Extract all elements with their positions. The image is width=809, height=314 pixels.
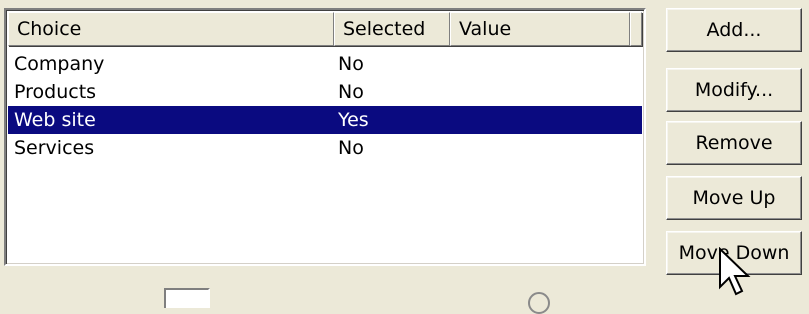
arrow-pointer-icon [719, 247, 751, 296]
column-header-filler [630, 12, 642, 46]
row-selected: No [338, 81, 364, 103]
list-header: Choice Selected Value [8, 12, 642, 48]
row-choice: Products [14, 81, 97, 103]
row-selected: No [338, 53, 364, 75]
row-choice: Web site [14, 109, 96, 131]
row-value [448, 78, 642, 106]
add-button[interactable]: Add... [666, 8, 802, 52]
column-header-selected[interactable]: Selected [334, 12, 450, 46]
list-body: Company No Products No Web site Yes Serv… [8, 50, 642, 162]
row-selected: Yes [338, 109, 369, 131]
column-header-value[interactable]: Value [450, 12, 630, 46]
partial-radio-button[interactable] [528, 292, 550, 314]
list-row-services[interactable]: Services No [8, 134, 642, 162]
list-row-company[interactable]: Company No [8, 50, 642, 78]
row-value [448, 134, 642, 162]
remove-button[interactable]: Remove [666, 121, 802, 165]
modify-button[interactable]: Modify... [666, 68, 802, 112]
row-selected: No [338, 137, 364, 159]
choices-list[interactable]: Choice Selected Value Company No Product… [4, 8, 646, 266]
row-choice: Company [14, 53, 105, 75]
row-value [448, 50, 642, 78]
move-up-button[interactable]: Move Up [666, 176, 802, 220]
row-choice: Services [14, 137, 95, 159]
partial-text-field[interactable] [164, 288, 210, 308]
row-value [448, 106, 642, 134]
column-header-choice[interactable]: Choice [8, 12, 334, 46]
list-row-products[interactable]: Products No [8, 78, 642, 106]
list-row-web-site[interactable]: Web site Yes [8, 106, 642, 134]
